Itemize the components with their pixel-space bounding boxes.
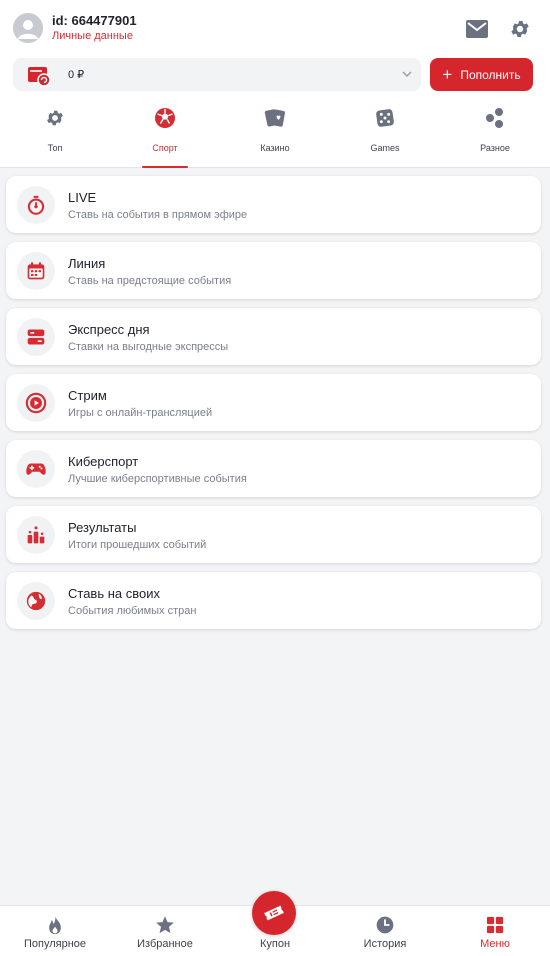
menu-item-title: Экспресс дня	[68, 322, 150, 337]
menu-item-title: Результаты	[68, 520, 137, 535]
ticket-icon	[264, 905, 284, 921]
menu-item-live[interactable]: LIVE Ставь на события в прямом эфире	[6, 176, 541, 233]
menu-item-subtitle: Ставь на предстоящие события	[68, 275, 232, 287]
gamepad-icon	[17, 450, 55, 488]
tab-casino[interactable]: Казино	[220, 100, 330, 168]
nav-label: Купон	[259, 938, 291, 950]
clock-icon	[374, 914, 396, 936]
menu-item-subtitle: Ставки на выгодные экспрессы	[68, 341, 229, 353]
coupon-button[interactable]	[252, 891, 296, 935]
calendar-icon	[17, 252, 55, 290]
menu-item-line[interactable]: Линия Ставь на предстоящие события	[6, 242, 541, 299]
plus-icon: +	[442, 65, 453, 84]
soccer-ball-icon	[153, 106, 177, 130]
menu-item-express-of-day[interactable]: Экспресс дня Ставки на выгодные экспресс…	[6, 308, 541, 365]
user-id: id: 664477901	[52, 13, 137, 28]
dice-icon	[373, 106, 397, 130]
grid-icon	[484, 914, 506, 936]
gear-icon[interactable]	[507, 16, 533, 42]
menu-item-title: Киберспорт	[68, 454, 139, 469]
profile-text: id: 664477901 Личные данные	[52, 13, 137, 43]
menu-item-subtitle: Игры с онлайн-трансляцией	[68, 407, 213, 419]
nav-history[interactable]: История	[330, 906, 440, 956]
menu-item-results[interactable]: Результаты Итоги прошедших событий	[6, 506, 541, 563]
menu-list: LIVE Ставь на события в прямом эфире Лин…	[6, 176, 541, 638]
nav-label: Избранное	[137, 938, 193, 950]
nav-label: Меню	[480, 938, 510, 950]
menu-item-subtitle: Ставь на события в прямом эфире	[68, 209, 248, 221]
nav-label: История	[363, 938, 407, 950]
tab-top[interactable]: Топ	[0, 100, 110, 168]
tab-underline	[142, 166, 188, 168]
profile-block[interactable]: id: 664477901 Личные данные	[13, 13, 137, 43]
menu-item-title: Стрим	[68, 388, 107, 403]
menu-item-title: LIVE	[68, 190, 97, 205]
tab-label: Топ	[47, 143, 63, 153]
tab-label: Казино	[260, 143, 290, 153]
nav-menu[interactable]: Меню	[440, 906, 550, 956]
balance-selector[interactable]: 0 ₽	[13, 58, 421, 91]
gear-icon	[43, 106, 67, 130]
header: id: 664477901 Личные данные 0 ₽ + Пополн…	[0, 0, 550, 168]
user-silhouette-icon	[18, 20, 38, 39]
menu-item-subtitle: Итоги прошедших событий	[68, 539, 207, 551]
tab-misc[interactable]: Разное	[440, 100, 550, 168]
deposit-button[interactable]: + Пополнить	[430, 58, 533, 91]
menu-item-title: Линия	[68, 256, 106, 271]
menu-item-subtitle: События любимых стран	[68, 605, 197, 617]
tab-label: Games	[370, 143, 400, 153]
chevron-down-icon	[402, 71, 412, 78]
tab-games[interactable]: Games	[330, 100, 440, 168]
menu-item-title: Ставь на своих	[68, 586, 160, 601]
menu-item-bet-on-yours[interactable]: Ставь на своих События любимых стран	[6, 572, 541, 629]
nav-favorites[interactable]: Избранное	[110, 906, 220, 956]
wallet-icon	[27, 63, 51, 87]
menu-item-subtitle: Лучшие киберспортивные события	[68, 473, 247, 485]
fire-icon	[44, 914, 66, 936]
balance-value: 0 ₽	[68, 69, 85, 81]
nav-label: Популярное	[23, 938, 87, 950]
tab-label: Разное	[480, 143, 510, 153]
globe-icon	[17, 582, 55, 620]
mail-icon[interactable]	[464, 16, 490, 42]
nav-popular[interactable]: Популярное	[0, 906, 110, 956]
podium-icon	[17, 516, 55, 554]
express-icon	[17, 318, 55, 356]
deposit-label: Пополнить	[460, 67, 521, 82]
play-icon	[17, 384, 55, 422]
personal-data-link[interactable]: Личные данные	[52, 29, 137, 43]
stopwatch-icon	[17, 186, 55, 224]
tab-sport[interactable]: Спорт	[110, 100, 220, 168]
star-icon	[154, 914, 176, 936]
menu-item-stream[interactable]: Стрим Игры с онлайн-трансляцией	[6, 374, 541, 431]
tab-label: Спорт	[152, 143, 178, 153]
avatar[interactable]	[13, 13, 43, 43]
dots-icon	[483, 106, 507, 130]
menu-item-esports[interactable]: Киберспорт Лучшие киберспортивные событи…	[6, 440, 541, 497]
category-tabs: Топ Спорт Казино Games Разное	[0, 100, 550, 168]
cards-icon	[263, 106, 287, 130]
